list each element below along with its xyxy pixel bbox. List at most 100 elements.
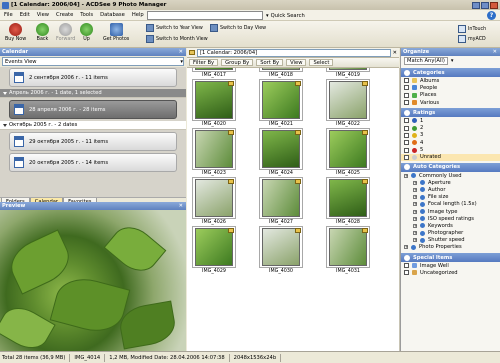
close-icon[interactable]: ✕ [179,203,183,209]
help-icon[interactable]: ? [487,11,496,20]
select-button[interactable]: Select [309,59,334,66]
forward-button[interactable]: Forward [56,23,75,42]
expand-icon[interactable]: + [404,245,408,250]
event-card[interactable]: 29 октября 2005 г. - 11 items [9,132,177,151]
back-button[interactable]: Back [36,23,49,42]
rating-item[interactable]: 5 [401,146,500,153]
expand-icon[interactable]: + [413,216,417,221]
checkbox[interactable] [404,100,409,106]
auto-category-item[interactable]: + Photo Properties [401,244,500,251]
checkbox[interactable] [404,125,409,131]
intouch-button[interactable]: InTouch [458,25,486,33]
expand-icon[interactable]: + [413,223,417,228]
auto-category-item[interactable]: + Image type [401,208,500,215]
rating-item[interactable]: 1 [401,117,500,124]
calendar-event-list[interactable]: 2 сентября 2006 г. - 11 items Апрель 200… [0,67,186,197]
expand-icon[interactable]: + [413,231,417,236]
thumbnail-item[interactable]: IMG_4017 [191,68,237,78]
myacd-button[interactable]: myACD [458,35,486,43]
ratings-header[interactable]: Ratings [401,108,500,118]
thumbnail-item[interactable]: IMG_4024 [258,128,304,176]
expand-icon[interactable]: + [413,195,417,200]
expand-icon[interactable]: + [404,173,408,178]
auto-category-item[interactable]: + Focal length (1.5x) [401,201,500,208]
year-view-button[interactable]: Switch to Year View [146,24,203,32]
rating-item[interactable]: 2 [401,124,500,131]
thumbnail-item[interactable]: IMG_4030 [258,226,304,274]
sort-by-button[interactable]: Sort By [256,59,284,66]
search-input[interactable] [147,11,263,20]
group-by-button[interactable]: Group By [221,59,254,66]
close-icon[interactable]: ✕ [393,50,397,56]
checkbox[interactable] [404,263,409,269]
expand-icon[interactable]: + [413,202,417,207]
auto-category-item[interactable]: + Aperture [401,179,500,186]
menu-tools[interactable]: Tools [80,12,93,18]
auto-category-item[interactable]: + Commonly Used [401,172,500,179]
auto-category-item[interactable]: + Shutter speed [401,237,500,244]
menu-create[interactable]: Create [56,12,73,18]
close-icon[interactable]: ✕ [493,49,497,55]
expand-icon[interactable]: + [413,187,417,192]
checkbox[interactable] [404,154,409,160]
close-icon[interactable]: ✕ [179,49,183,55]
checkbox[interactable] [404,92,409,98]
menu-edit[interactable]: Edit [20,12,30,18]
category-item[interactable]: People [401,84,500,91]
expand-icon[interactable]: + [413,209,417,214]
event-card-selected[interactable]: 28 апреля 2006 г. - 28 items [9,100,177,119]
category-item[interactable]: Albums [401,77,500,84]
thumbnail-item[interactable]: IMG_4019 [325,68,371,78]
checkbox[interactable] [404,78,409,84]
buy-now-button[interactable]: Buy Now [5,23,26,42]
category-item[interactable]: Places [401,92,500,99]
auto-category-item[interactable]: + Author [401,186,500,193]
thumbnail-item[interactable]: IMG_4027 [258,177,304,225]
thumbnail-item[interactable]: IMG_4022 [325,79,371,127]
checkbox[interactable] [404,147,409,153]
rating-item[interactable]: 3 [401,132,500,139]
thumbnail-item[interactable]: IMG_4020 [191,79,237,127]
event-group-header[interactable]: Октябрь 2005 г. - 2 dates [0,121,186,130]
menu-database[interactable]: Database [100,12,125,18]
match-select[interactable]: Match Any(All) [404,57,448,65]
expand-icon[interactable]: + [413,238,417,243]
view-button[interactable]: View [286,59,307,66]
auto-category-item[interactable]: + Photographer [401,229,500,236]
rating-item[interactable]: 4 [401,139,500,146]
auto-categories-header[interactable]: Auto Categories [401,162,500,172]
day-view-button[interactable]: Switch to Day View [210,24,266,32]
special-items-header[interactable]: Special Items [401,253,500,263]
rating-item[interactable]: Unrated [401,153,500,161]
address-input[interactable]: [1 Calendar: 2006/04] [197,48,391,57]
auto-category-item[interactable]: + Keywords [401,222,500,229]
checkbox[interactable] [404,270,409,276]
event-group-header[interactable]: Апрель 2006 г. - 1 date, 1 selected [0,89,186,98]
events-view-select[interactable]: Events View ▾ [2,57,184,66]
checkbox[interactable] [404,132,409,138]
thumbnail-item[interactable]: IMG_4025 [325,128,371,176]
thumbnail-item[interactable]: IMG_4023 [191,128,237,176]
get-photos-button[interactable]: Get Photos [103,23,129,42]
window-controls[interactable] [472,1,498,9]
quick-search[interactable]: ▾ Quick Search [266,11,336,20]
category-item[interactable]: Various [401,99,500,106]
month-view-button[interactable]: Switch to Month View [146,35,208,43]
filter-by-button[interactable]: Filter By [189,59,219,66]
auto-category-item[interactable]: + ISO speed ratings [401,215,500,222]
thumbnail-item[interactable]: IMG_4026 [191,177,237,225]
event-card[interactable]: 20 октября 2005 г. - 14 items [9,153,177,172]
categories-header[interactable]: Categories [401,68,500,77]
special-item[interactable]: Image Well [401,262,500,269]
event-card[interactable]: 2 сентября 2006 г. - 11 items [9,68,177,87]
expand-icon[interactable]: + [413,180,417,185]
auto-category-item[interactable]: + File size [401,194,500,201]
menu-view[interactable]: View [37,12,49,18]
thumbnail-item[interactable]: IMG_4018 [258,68,304,78]
thumbnail-item[interactable]: IMG_4021 [258,79,304,127]
checkbox[interactable] [404,85,409,91]
checkbox[interactable] [404,140,409,146]
thumbnail-item[interactable]: IMG_4029 [191,226,237,274]
menu-file[interactable]: File [4,12,13,18]
menu-help[interactable]: Help [132,12,144,18]
